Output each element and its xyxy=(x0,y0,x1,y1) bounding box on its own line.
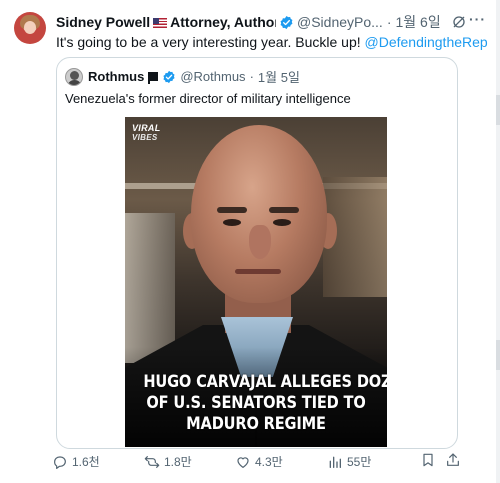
repost-count: 1.8만 xyxy=(164,455,192,469)
views-icon xyxy=(329,456,341,468)
quoted-author-name[interactable]: Rothmus xyxy=(88,69,144,84)
viral-vibes-logo: VIRAL VIBES xyxy=(132,123,161,143)
reply-count: 1.6천 xyxy=(72,455,100,469)
like-count: 4.3만 xyxy=(255,455,283,469)
tweet-date[interactable]: 1월 6일 xyxy=(395,12,440,32)
quoted-tweet-image[interactable]: VIRAL VIBES HUGO CARVAJAL ALLEGES DOZENS… xyxy=(125,117,387,447)
scrollbar-track[interactable] xyxy=(496,0,500,483)
portrait-head xyxy=(191,125,327,303)
verified-badge-icon[interactable] xyxy=(279,15,294,30)
separator-dot: · xyxy=(249,69,254,84)
grok-icon[interactable] xyxy=(451,14,467,30)
quoted-author-avatar[interactable] xyxy=(65,67,83,86)
mention-link[interactable]: @DefendingtheRep xyxy=(365,34,488,50)
repost-icon xyxy=(144,455,160,468)
bookmark-icon[interactable] xyxy=(420,452,436,468)
us-flag-icon xyxy=(153,18,168,28)
tweet-header: Sidney PowellAttorney, Author, Gl... @Si… xyxy=(56,11,486,32)
reply-button[interactable]: 1.6천 xyxy=(52,453,100,470)
like-icon xyxy=(237,456,249,468)
author-avatar[interactable] xyxy=(14,12,46,44)
quoted-tweet[interactable]: Rothmus @Rothmus · 1월 5일 Venezuela's for… xyxy=(56,57,458,449)
separator-dot: · xyxy=(386,14,392,30)
like-button[interactable]: 4.3만 xyxy=(235,453,283,470)
author-handle[interactable]: @SidneyPo... xyxy=(297,14,383,30)
black-flag-icon xyxy=(148,72,159,84)
tweet-secondary-actions xyxy=(420,452,470,468)
quoted-tweet-header: Rothmus @Rothmus · 1월 5일 xyxy=(65,67,300,86)
quoted-author-handle: @Rothmus xyxy=(180,69,246,84)
tweet[interactable]: Sidney PowellAttorney, Author, Gl... @Si… xyxy=(0,0,500,483)
quoted-tweet-date: 1월 5일 xyxy=(257,70,300,85)
quoted-tweet-text: Venezuela's former director of military … xyxy=(65,91,351,106)
tweet-text: It's going to be a very interesting year… xyxy=(56,34,488,50)
verified-badge-icon xyxy=(163,70,175,83)
views-button[interactable]: 55만 xyxy=(327,453,371,470)
author-name[interactable]: Sidney PowellAttorney, Author, Gl... xyxy=(56,14,276,30)
image-headline: HUGO CARVAJAL ALLEGES DOZENS OF U.S. SEN… xyxy=(143,372,387,434)
tweet-actions: 1.6천 1.8만 4.3만 55만 xyxy=(52,453,467,473)
more-icon[interactable]: ··· xyxy=(469,11,486,27)
share-icon[interactable] xyxy=(445,452,461,468)
reply-icon xyxy=(54,455,66,469)
views-count: 55만 xyxy=(347,455,372,469)
repost-button[interactable]: 1.8만 xyxy=(144,453,192,470)
